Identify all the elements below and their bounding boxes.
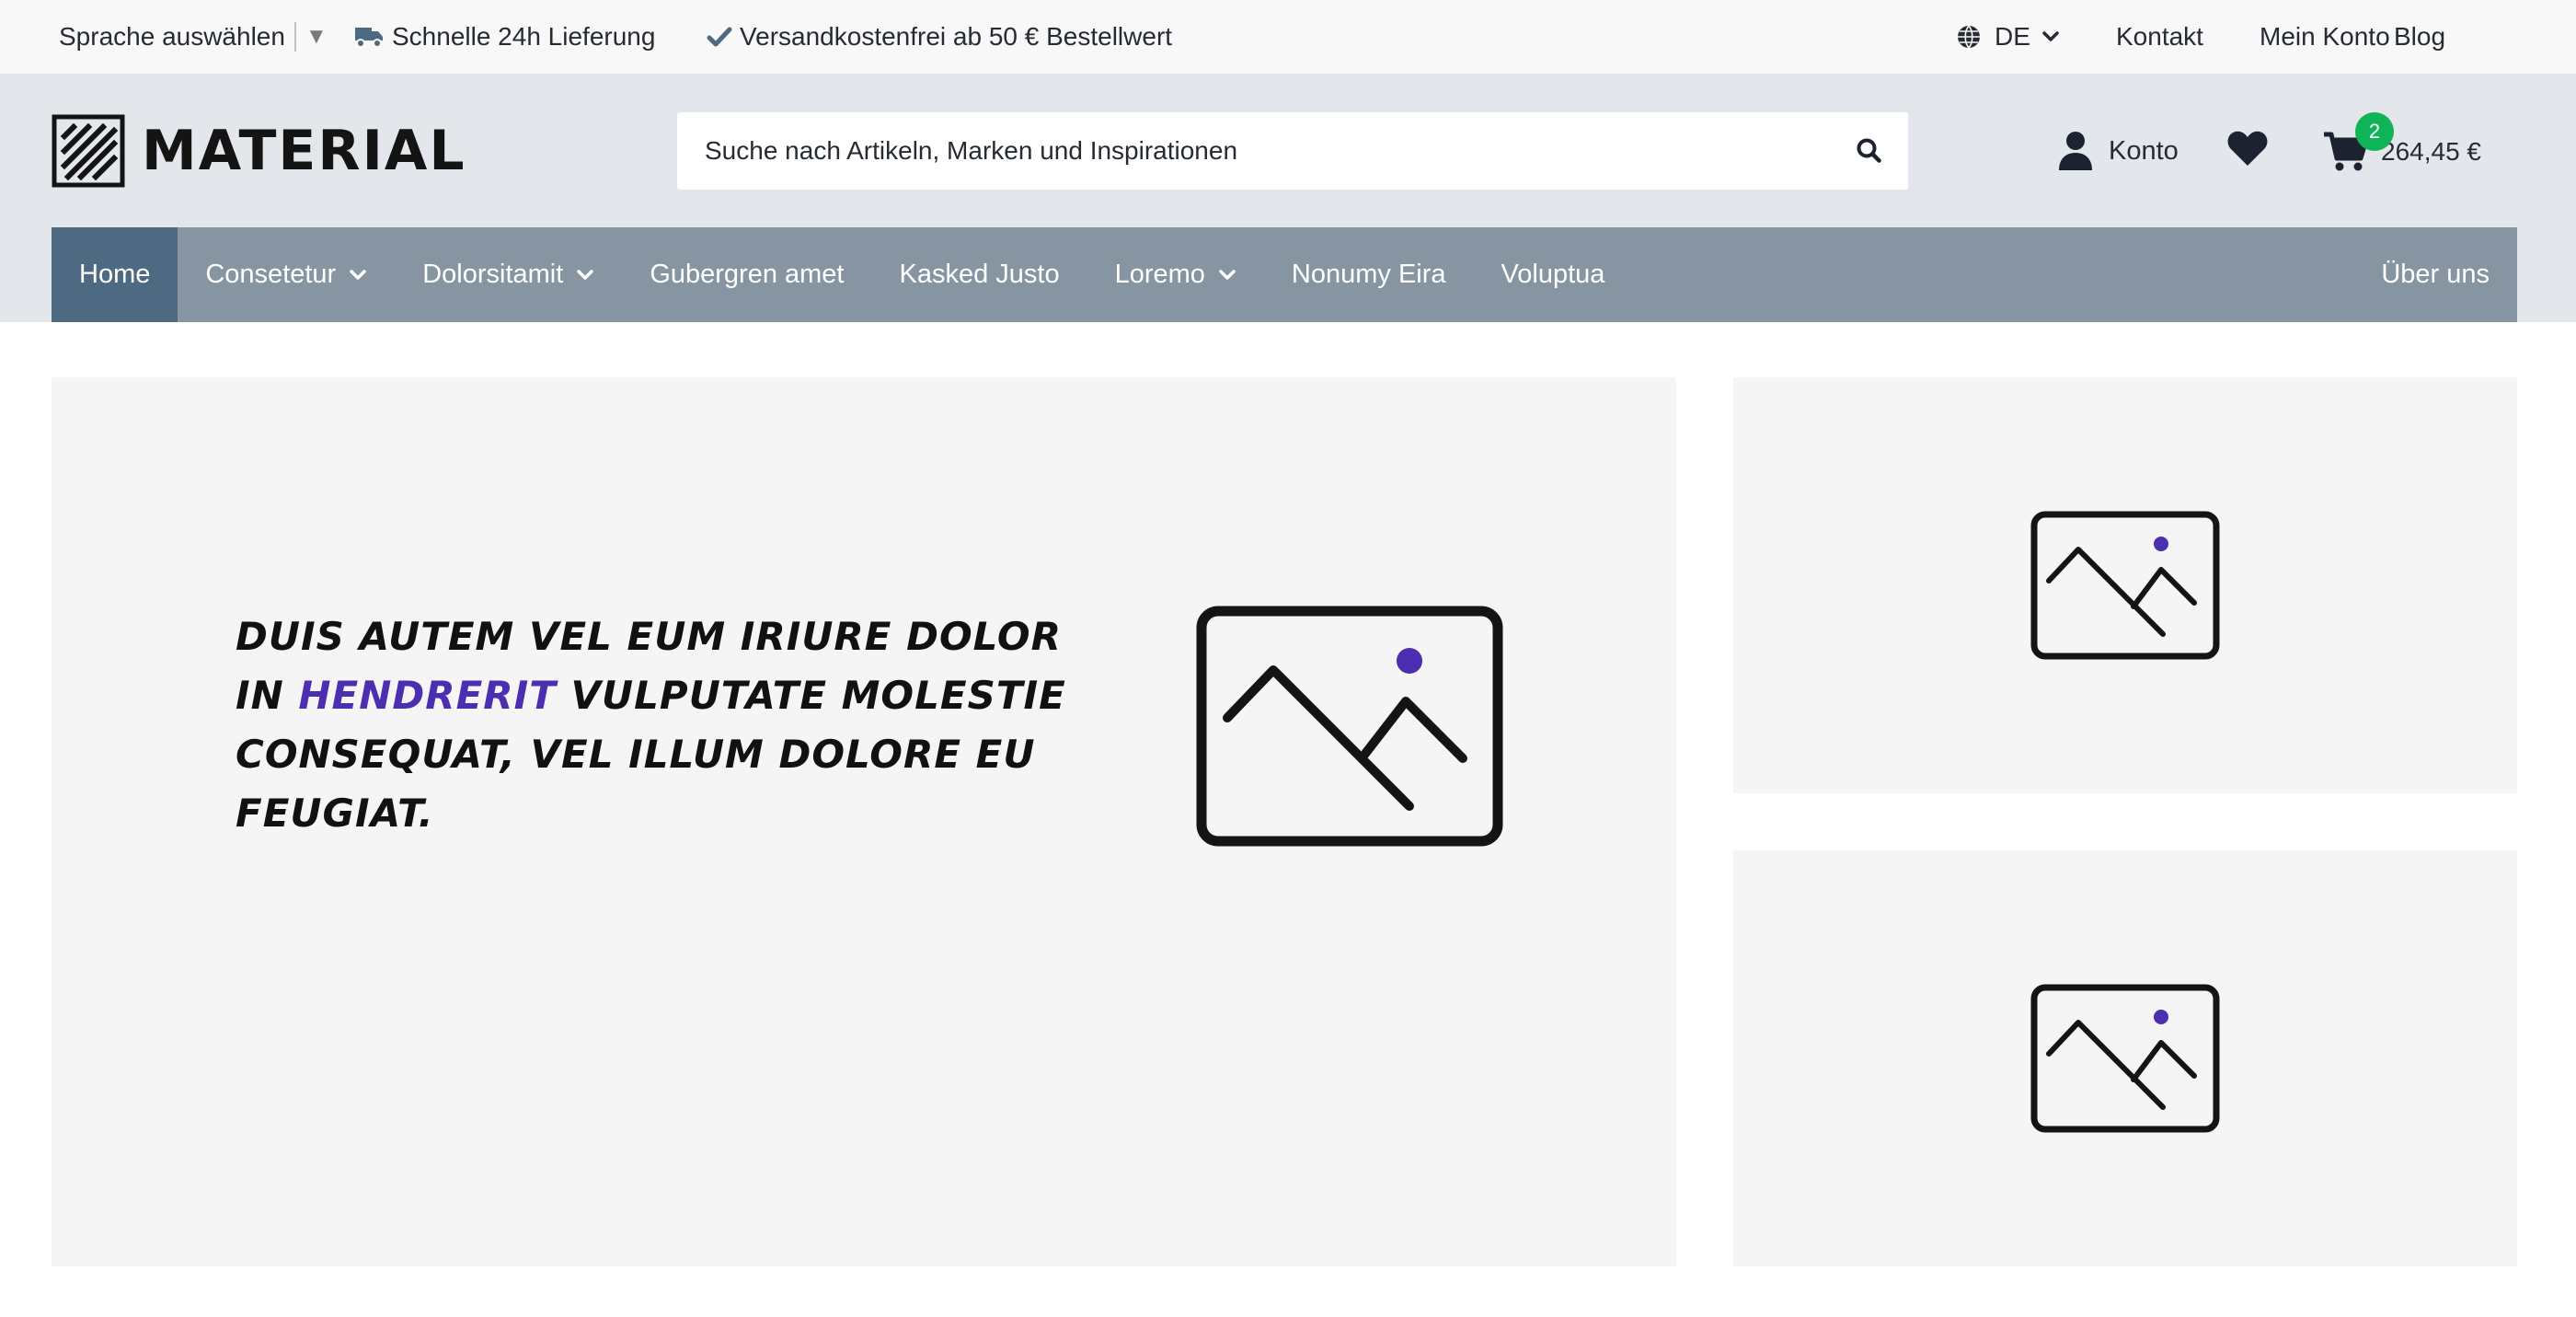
search-bar	[677, 112, 1908, 190]
usp-delivery: Schnelle 24h Lieferung	[353, 0, 655, 74]
nav-item-consetetur[interactable]: Consetetur	[178, 227, 395, 322]
link-blog[interactable]: Blog	[2394, 0, 2445, 74]
image-placeholder-icon	[2030, 511, 2220, 660]
truck-icon	[353, 24, 385, 50]
account-label: Konto	[2109, 135, 2179, 166]
search-button[interactable]	[1831, 112, 1908, 190]
usp-shipping: Versandkostenfrei ab 50 € Bestellwert	[707, 0, 1172, 74]
main-navigation: Home Consetetur Dolorsitamit Gubergren a…	[52, 227, 2517, 322]
teaser-panel-top[interactable]	[1733, 377, 2517, 793]
hero-banner[interactable]: DUIS AUTEM VEL EUM IRIURE DOLOR IN HENDR…	[52, 377, 1676, 1266]
caret-down-icon: ▼	[305, 24, 328, 49]
nav-item-label: Consetetur	[205, 260, 337, 289]
language-select-divider	[293, 22, 296, 52]
nav-item-dolorsitamit[interactable]: Dolorsitamit	[395, 227, 622, 322]
link-mein-konto[interactable]: Mein Konto	[2260, 0, 2390, 74]
logo-mark-icon	[52, 114, 125, 188]
chevron-down-icon	[1218, 269, 1236, 282]
logo[interactable]: MATERIAL	[52, 114, 466, 188]
nav-item-label: Dolorsitamit	[422, 260, 564, 289]
nav-item-label: Loremo	[1114, 260, 1205, 289]
account-link[interactable]: Konto	[2057, 125, 2179, 177]
locale-switcher[interactable]: DE	[1956, 0, 2060, 74]
heart-icon	[2227, 131, 2268, 166]
chevron-down-icon	[349, 269, 367, 282]
nav-item-voluptua[interactable]: Voluptua	[1474, 227, 1633, 322]
nav-item-ueber-uns[interactable]: Über uns	[2353, 227, 2517, 322]
link-kontakt[interactable]: Kontakt	[2116, 0, 2203, 74]
cart-total: 264,45 €	[2381, 137, 2481, 166]
cart-count-badge: 2	[2355, 112, 2394, 151]
globe-icon	[1956, 24, 1982, 50]
hero-headline-accent: HENDRERIT	[298, 673, 557, 718]
locale-label: DE	[1995, 22, 2030, 51]
image-placeholder-icon	[1196, 606, 1503, 847]
check-icon	[707, 26, 732, 48]
wishlist-button[interactable]	[2226, 129, 2269, 168]
nav-item-home[interactable]: Home	[52, 227, 178, 322]
nav-item-label: Nonumy Eira	[1291, 260, 1446, 289]
chevron-down-icon	[576, 269, 594, 282]
usp-shipping-text: Versandkostenfrei ab 50 € Bestellwert	[740, 22, 1173, 51]
nav-item-kasked-justo[interactable]: Kasked Justo	[871, 227, 1087, 322]
nav-item-loremo[interactable]: Loremo	[1087, 227, 1264, 322]
nav-item-label: Über uns	[2381, 260, 2490, 289]
language-select-label: Sprache auswählen	[59, 22, 285, 51]
top-utility-bar: Sprache auswählen ▼ Schnelle 24h Lieferu…	[0, 0, 2576, 74]
teaser-panel-bottom[interactable]	[1733, 850, 2517, 1266]
logo-text: MATERIAL	[142, 119, 466, 183]
nav-item-label: Kasked Justo	[899, 260, 1060, 289]
hero-headline: DUIS AUTEM VEL EUM IRIURE DOLOR IN HENDR…	[236, 607, 1082, 843]
nav-item-nonumy-eira[interactable]: Nonumy Eira	[1264, 227, 1474, 322]
usp-delivery-text: Schnelle 24h Lieferung	[392, 22, 656, 51]
nav-item-gubergren-amet[interactable]: Gubergren amet	[622, 227, 871, 322]
nav-item-label: Gubergren amet	[650, 260, 845, 289]
chevron-down-icon	[2041, 30, 2060, 43]
search-icon	[1857, 138, 1881, 163]
user-icon	[2057, 131, 2094, 171]
nav-item-label: Voluptua	[1501, 260, 1605, 289]
image-placeholder-icon	[2030, 984, 2220, 1133]
cart-button[interactable]: 264,45 €	[2322, 120, 2481, 184]
language-select[interactable]: Sprache auswählen ▼	[59, 0, 328, 74]
search-input[interactable]	[677, 112, 1831, 190]
nav-item-label: Home	[79, 260, 151, 289]
